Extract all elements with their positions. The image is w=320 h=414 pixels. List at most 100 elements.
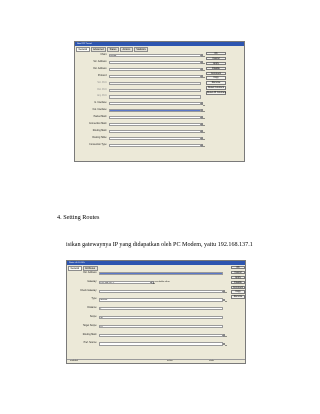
distance-field[interactable]: 1 [98,307,223,311]
field-value: unicast [100,299,108,302]
chevron-down-icon[interactable] [151,280,156,284]
field-label: Any. Port: [97,95,107,98]
form-row-out-interface: Out. Interface: [77,109,206,113]
chevron-down-icon[interactable] [201,136,206,140]
cancel-button[interactable]: Cancel [231,270,245,275]
tab-actions[interactable]: Actions [119,47,133,53]
chevron-down-icon[interactable] [201,143,206,147]
body-paragraph: isikan gatewaynya IP yang didapatkan ole… [66,242,253,248]
dst-port-field[interactable] [108,88,201,92]
screenshot-nat-rule-window: New IPIP Tunnel General Advanced Status … [74,41,245,162]
field-label: Scope: [89,316,97,318]
ok-button[interactable]: OK [231,266,245,270]
target-scope-field[interactable]: 10 [98,324,223,328]
packet-mark-field[interactable] [108,116,201,120]
apply-button[interactable]: Apply [206,61,226,66]
chevron-down-icon[interactable] [223,333,228,337]
routing-mark-field[interactable] [108,129,201,134]
chevron-down-icon[interactable] [201,116,206,120]
action-buttons: OK Cancel Apply Disable Comment Copy Remove Res… [206,52,226,95]
type-field[interactable]: unicast [98,298,223,302]
dst-address-field[interactable] [98,272,223,276]
field-label: Routing Mark: [92,129,107,132]
chevron-down-icon[interactable] [201,109,206,113]
any-port-field[interactable] [108,95,201,99]
field-label: In. Interface: [94,102,107,105]
disable-button[interactable]: Disable [206,66,226,71]
reset-all-counters-button[interactable]: Reset All Counters [206,91,226,95]
chevron-down-icon[interactable] [201,130,206,133]
src-address-field[interactable] [108,60,201,65]
chevron-down-icon[interactable] [201,102,206,106]
window-title: Route <0.0.0.0/0> [69,262,86,264]
form-row-distance: Distance: 1 [69,307,229,311]
section-heading: 4. Setting Routes [57,214,100,221]
tab-status[interactable]: Status [107,47,119,53]
chevron-down-icon[interactable] [201,54,206,58]
form-row-any-port: Any. Port: [77,95,205,99]
connection-mark-field[interactable] [108,123,201,127]
chevron-down-icon[interactable] [223,342,228,346]
field-label: Type: [91,298,97,301]
form-row-routing-mark: Routing Mark: [69,333,229,337]
form-row-dst-port: Dst. Port: [77,88,205,92]
form-row-dst-address: Dst. Address: [77,67,206,71]
field-label: Target Scope: [82,324,97,327]
form-row-connection-type: Connection Type: [77,143,206,147]
out-interface-field[interactable] [108,109,201,113]
rule-form: Chain: srcnat Src. Address: Dst. Address: Pr… [77,54,206,154]
copy-button[interactable]: Copy [206,76,226,80]
dst-address-field[interactable] [108,67,201,71]
gateway-field[interactable]: 192.168.137.1 [98,280,151,284]
window-titlebar: Route <0.0.0.0/0> [67,261,245,265]
chevron-down-icon[interactable] [201,123,206,127]
field-label: Connection Type: [89,143,107,146]
tab-general[interactable]: General [76,47,90,53]
apply-button[interactable]: Apply [231,275,245,280]
form-row-protocol: Protocol: [77,74,206,78]
field-value: 192.168.137.1 [100,281,115,284]
cancel-button[interactable]: Cancel [206,56,226,61]
comment-button[interactable]: Comment [231,285,245,289]
disable-button[interactable]: Disable [231,280,245,285]
check-gateway-field[interactable] [98,289,223,293]
window-title: New IPIP Tunnel [77,43,92,45]
chevron-down-icon[interactable] [201,74,206,78]
routing-table-field[interactable] [108,136,201,140]
chevron-down-icon[interactable] [201,61,206,64]
chevron-down-icon[interactable] [223,289,228,293]
connection-type-field[interactable] [108,143,201,147]
form-row-scope: Scope: 30 [69,316,229,320]
tab-attributes[interactable]: Attributes [82,266,98,272]
src-port-field[interactable] [108,81,201,85]
field-label: Chain: [100,54,107,56]
pref-source-field[interactable] [98,342,223,346]
route-form: Dst. Address: Gateway: 192.168.137.1 reacha… [69,272,229,352]
field-label: Routing Mark: [82,333,97,336]
field-label: Distance: [87,307,97,310]
protocol-field[interactable] [108,74,201,78]
chain-field[interactable]: srcnat [108,54,201,58]
tab-general[interactable]: General [68,266,82,272]
field-label: Src. Port: [97,81,107,84]
form-row-type: Type: unicast [69,298,229,302]
remove-button[interactable]: Remove [231,295,245,299]
comment-button[interactable]: Comment [206,71,226,75]
reset-counters-button[interactable]: Reset Counters [206,86,226,90]
field-label: Connection Mark: [88,123,107,125]
chevron-down-icon[interactable] [223,298,228,302]
form-row-dst-address: Dst. Address: [69,272,229,276]
copy-button[interactable]: Copy [231,290,245,294]
form-row-pref-source: Pref. Source: [69,342,229,346]
remove-button[interactable]: Remove [206,81,226,85]
tab-advanced[interactable]: Advanced [90,47,107,53]
status-bar: enabled active static [67,359,245,363]
ok-button[interactable]: OK [206,52,226,56]
form-row-src-port: Src. Port: [77,81,205,85]
form-row-gateway: Gateway: 192.168.137.1 reachable ether [69,280,229,284]
in-interface-field[interactable] [108,102,201,106]
scope-field[interactable]: 30 [98,316,223,320]
routing-mark-field[interactable] [98,333,223,337]
chevron-down-icon[interactable] [201,67,206,71]
tab-statistics[interactable]: Statistics [133,47,149,53]
